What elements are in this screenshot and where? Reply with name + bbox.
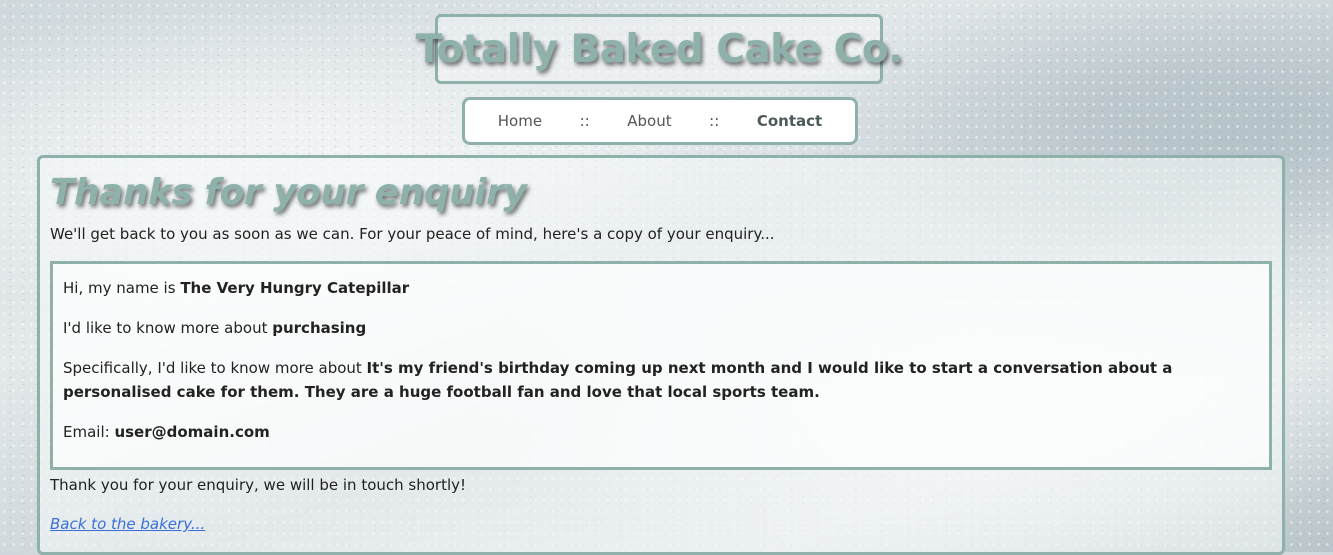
enquiry-name: The Very Hungry Catepillar <box>180 279 410 297</box>
details-prefix: Specifically, I'd like to know more abou… <box>63 359 367 377</box>
nav-about[interactable]: About <box>627 112 671 130</box>
thanks-text: Thank you for your enquiry, we will be i… <box>50 476 467 494</box>
enquiry-email-line: Email: user@domain.com <box>63 420 1259 444</box>
enquiry-topic-line: I'd like to know more about purchasing <box>63 316 1259 340</box>
nav-separator: :: <box>709 112 720 130</box>
page-heading: Thanks for your enquiry <box>50 172 527 213</box>
nav-separator: :: <box>579 112 590 130</box>
nav-contact[interactable]: Contact <box>757 112 822 130</box>
enquiry-topic: purchasing <box>272 319 367 337</box>
back-to-bakery-link[interactable]: Back to the bakery... <box>50 515 205 533</box>
email-prefix: Email: <box>63 423 115 441</box>
site-title-box: Totally Baked Cake Co. <box>416 14 903 84</box>
nav-home[interactable]: Home <box>498 112 542 130</box>
enquiry-summary: Hi, my name is The Very Hungry Catepilla… <box>50 261 1272 470</box>
intro-text: We'll get back to you as soon as we can.… <box>50 225 775 243</box>
content-panel: Thanks for your enquiry We'll get back t… <box>37 155 1285 555</box>
main-nav: Home :: About :: Contact <box>462 97 858 145</box>
enquiry-email: user@domain.com <box>114 423 270 441</box>
topic-prefix: I'd like to know more about <box>63 319 273 337</box>
site-title: Totally Baked Cake Co. <box>415 26 903 72</box>
name-prefix: Hi, my name is <box>63 279 181 297</box>
enquiry-name-line: Hi, my name is The Very Hungry Catepilla… <box>63 276 1259 300</box>
enquiry-details-line: Specifically, I'd like to know more abou… <box>63 356 1259 404</box>
